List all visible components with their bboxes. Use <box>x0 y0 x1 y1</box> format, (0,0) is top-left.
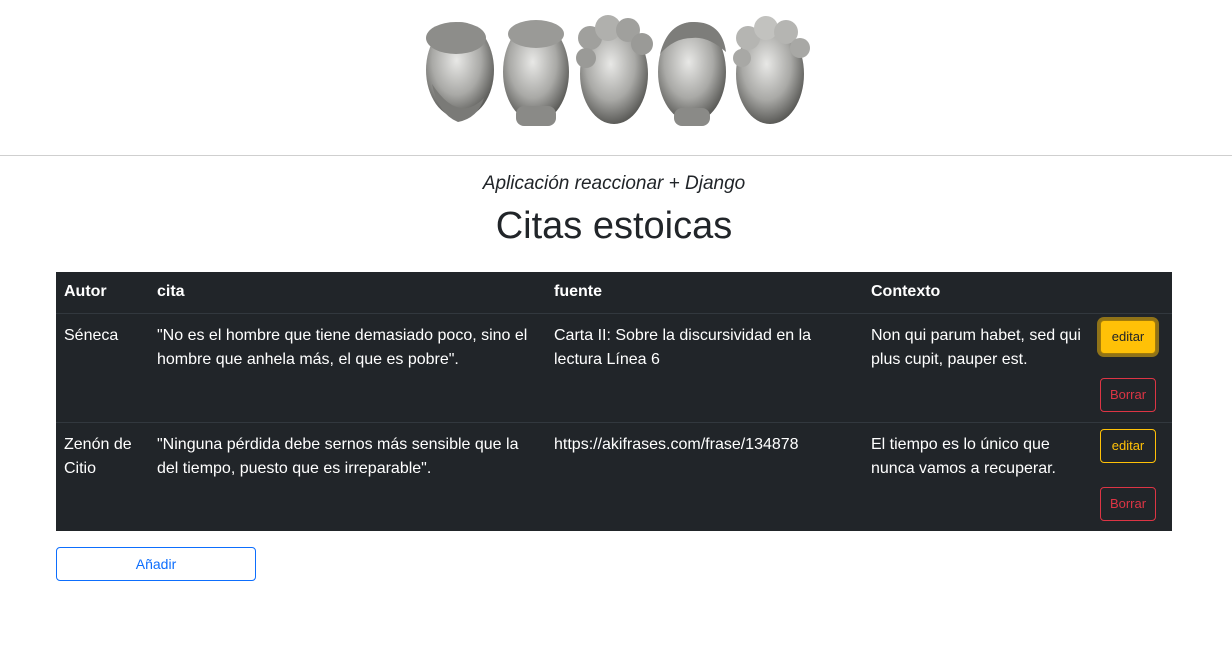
cell-fuente: https://akifrases.com/frase/134878 <box>554 435 799 453</box>
page-title: Citas estoicas <box>495 205 733 247</box>
delete-button[interactable]: Borrar <box>1100 377 1156 412</box>
table-row: Séneca "No es el hombre que tiene demasi… <box>56 313 1172 423</box>
cell-cita: "No es el hombre que tiene demasiado poc… <box>149 313 546 423</box>
edit-button[interactable]: editar <box>1100 319 1156 354</box>
column-header-fuente: fuente <box>546 272 863 314</box>
bust-4 <box>658 22 726 126</box>
bust-seneca <box>426 22 494 122</box>
cell-contexto: El tiempo es lo único que nunca vamos a … <box>871 435 1056 477</box>
quotes-table: Autor cita fuente Contexto Séneca "No es… <box>56 272 1172 531</box>
page-subtitle: Aplicación reaccionar + Django <box>482 173 746 194</box>
table-row: Zenón de Citio "Ninguna pérdida debe ser… <box>56 422 1172 531</box>
bust-2 <box>503 20 569 126</box>
cell-cita: "Ninguna pérdida debe sernos más sensibl… <box>157 435 519 477</box>
header <box>0 0 1232 156</box>
bust-5 <box>733 16 810 124</box>
column-header-contexto: Contexto <box>863 272 1100 314</box>
add-button[interactable]: Añadir <box>56 547 256 581</box>
delete-button[interactable]: Borrar <box>1100 486 1156 521</box>
column-header-actions <box>1100 272 1172 314</box>
stoic-busts-logo <box>426 15 810 126</box>
cell-actions: editar Borrar <box>1100 422 1172 531</box>
edit-button[interactable]: editar <box>1100 428 1156 463</box>
bust-3 <box>576 15 653 124</box>
cell-actions: editar Borrar <box>1100 313 1172 423</box>
cell-contexto: Non qui parum habet, sed qui plus cupit,… <box>863 313 1100 423</box>
cell-fuente: Carta II: Sobre la discursividad en la l… <box>546 313 863 423</box>
column-header-cita: cita <box>149 272 546 314</box>
cell-autor: Zenón de Citio <box>64 435 132 477</box>
cell-autor: Séneca <box>56 313 149 423</box>
table-header-row: Autor cita fuente Contexto <box>56 272 1172 314</box>
column-header-autor: Autor <box>56 272 149 314</box>
